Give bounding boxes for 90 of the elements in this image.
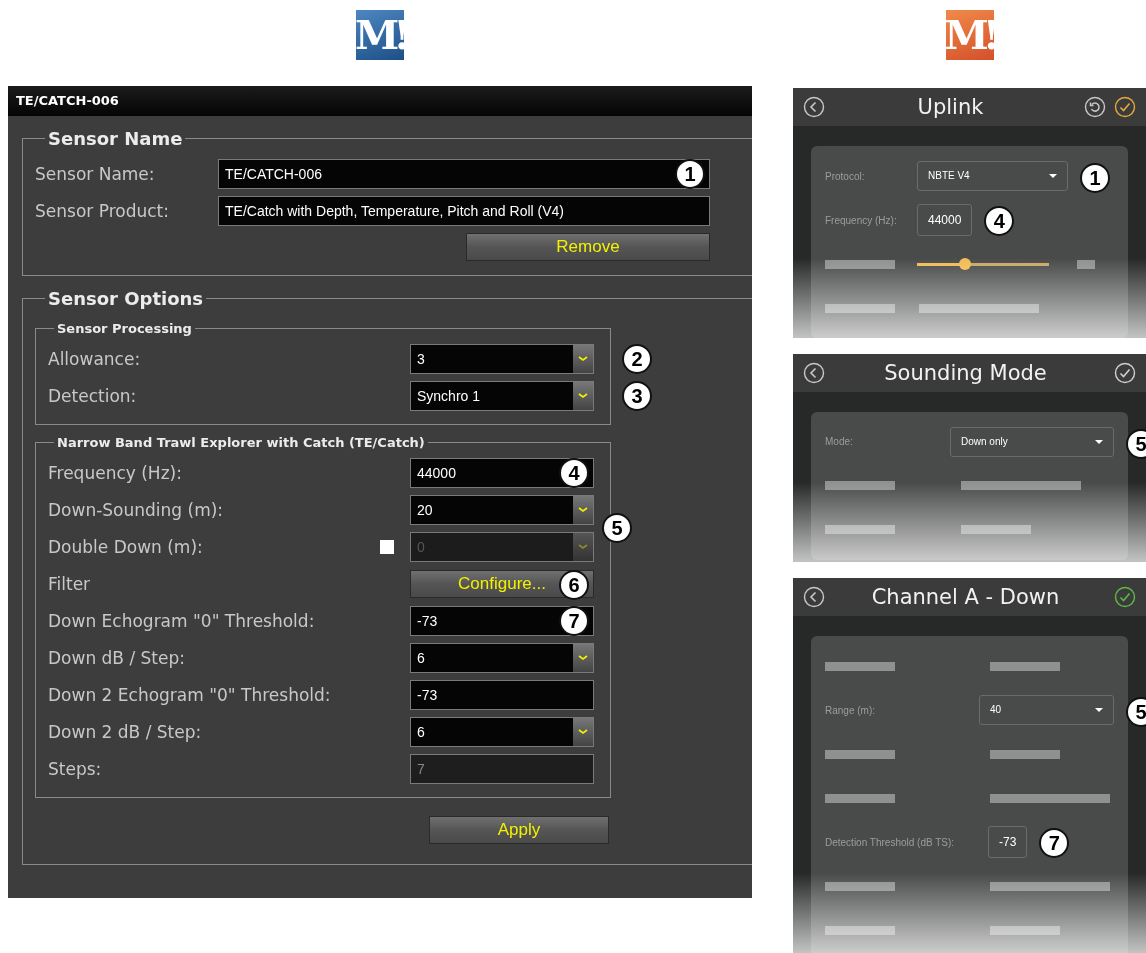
placeholder-bar xyxy=(825,303,895,313)
placeholder-bar xyxy=(990,925,1060,935)
placeholder-bar xyxy=(990,749,1060,759)
slider-thumb[interactable] xyxy=(958,257,971,270)
panel-title: Uplink xyxy=(916,94,985,121)
field-label: Sensor Name: xyxy=(35,163,156,184)
placeholder-bar xyxy=(825,259,895,269)
app-logo: M! xyxy=(356,10,404,60)
text-field[interactable]: TE/CATCH-006 1 xyxy=(218,158,710,189)
dropdown[interactable]: 20 xyxy=(410,494,594,525)
back-icon[interactable] xyxy=(803,96,825,118)
callout-number: 1 xyxy=(1080,163,1110,193)
chevron-icon xyxy=(578,728,588,735)
text-field[interactable]: 44000 4 xyxy=(410,457,594,488)
app-logo: M! xyxy=(945,10,994,60)
dropdown[interactable]: 3 xyxy=(410,343,594,374)
group-title: Sensor Processing xyxy=(56,321,193,336)
field-label: Steps: xyxy=(48,758,103,779)
callout-number: 1 xyxy=(675,158,705,189)
dropdown[interactable]: 40 xyxy=(979,695,1114,726)
placeholder-bar xyxy=(825,661,895,671)
field-label: Detection: xyxy=(48,385,138,406)
placeholder-bar xyxy=(825,481,895,491)
read-only-field: 7 xyxy=(410,753,594,784)
caret-icon xyxy=(1095,439,1103,444)
dropdown[interactable]: NBTE V4 xyxy=(917,161,1068,191)
caret-icon xyxy=(1095,708,1103,713)
placeholder-bar xyxy=(961,525,1031,535)
chevron-icon xyxy=(578,543,588,550)
panel-title: Sounding Mode xyxy=(883,359,1048,387)
text-field[interactable]: TE/Catch with Depth, Temperature, Pitch and Roll (V4) xyxy=(218,195,710,226)
field-label: Range (m): xyxy=(825,704,876,716)
field-label: Down dB / Step: xyxy=(48,647,186,668)
caret-icon xyxy=(1049,174,1057,178)
input-field[interactable]: -73 xyxy=(988,826,1028,859)
callout-number: 5 xyxy=(1126,697,1146,728)
callout-number: 7 xyxy=(559,605,589,636)
reset-icon[interactable] xyxy=(1084,96,1106,118)
remove-button[interactable]: Remove xyxy=(466,233,710,261)
back-icon[interactable] xyxy=(803,361,825,384)
field-label: Detection Threshold (dB TS): xyxy=(825,836,956,848)
callout-number: 4 xyxy=(559,457,589,488)
placeholder-bar xyxy=(825,925,895,935)
chevron-icon xyxy=(578,654,588,661)
field-label: Filter xyxy=(48,573,92,594)
callout-number: 3 xyxy=(622,380,652,411)
confirm-icon[interactable] xyxy=(1114,361,1136,384)
placeholder-bar xyxy=(825,881,895,891)
confirm-icon[interactable] xyxy=(1114,586,1136,609)
field-label: Down 2 Echogram "0" Threshold: xyxy=(48,684,332,705)
back-icon[interactable] xyxy=(803,586,825,609)
field-label: Allowance: xyxy=(48,348,142,369)
panel-title: Channel A - Down xyxy=(870,584,1061,612)
field-label: Frequency (Hz): xyxy=(825,214,898,226)
confirm-icon[interactable] xyxy=(1114,96,1136,118)
apply-button[interactable]: Apply xyxy=(429,816,609,844)
text-field[interactable]: -73 7 xyxy=(410,605,594,636)
callout-number: 5 xyxy=(1126,428,1146,459)
placeholder-bar xyxy=(825,793,895,803)
chevron-icon xyxy=(578,506,588,513)
configure-button[interactable]: Configure... 6 xyxy=(410,569,594,598)
section-title: Sensor Options xyxy=(47,288,205,309)
placeholder-bar xyxy=(825,525,895,535)
callout-number: 6 xyxy=(559,569,589,600)
window-title: TE/CATCH-006 xyxy=(8,86,752,116)
chevron-icon xyxy=(578,355,588,362)
field-label: Protocol: xyxy=(825,170,866,182)
callout-number: 2 xyxy=(622,343,652,374)
chevron-icon xyxy=(578,392,588,399)
field-label: Down 2 dB / Step: xyxy=(48,721,203,742)
input-field[interactable]: 44000 xyxy=(917,204,973,236)
group-title: Narrow Band Trawl Explorer with Catch (TE/Catch) xyxy=(56,435,426,450)
field-label: Down Echogram "0" Threshold: xyxy=(48,610,316,631)
field-label: Frequency (Hz): xyxy=(48,462,183,483)
field-label: Sensor Product: xyxy=(35,200,170,221)
dropdown[interactable]: Down only xyxy=(950,426,1114,457)
field-label: Mode: xyxy=(825,436,854,448)
text-field[interactable]: -73 xyxy=(410,679,594,710)
callout-number: 4 xyxy=(984,206,1015,236)
dropdown[interactable]: 6 xyxy=(410,716,594,747)
section-title: Sensor Name xyxy=(47,128,184,149)
placeholder-bar xyxy=(825,749,895,759)
placeholder-bar xyxy=(990,661,1060,671)
field-label: Down-Sounding (m): xyxy=(48,499,225,520)
callout-number: 5 xyxy=(602,512,632,543)
dropdown[interactable]: 6 xyxy=(410,642,594,673)
placeholder-bar xyxy=(1077,259,1095,269)
dropdown[interactable]: Synchro 1 xyxy=(410,380,594,411)
callout-number: 7 xyxy=(1039,828,1070,859)
field-label: Double Down (m): xyxy=(48,536,204,557)
